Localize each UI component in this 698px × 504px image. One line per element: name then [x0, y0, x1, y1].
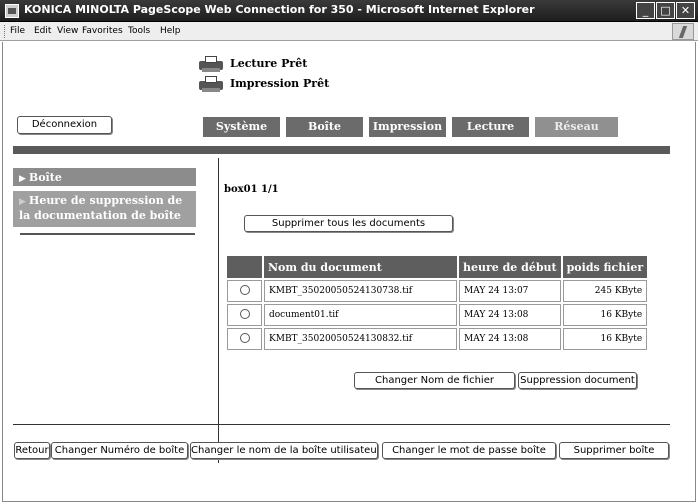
sidebar-item-deletion-time[interactable]: ▶ Heure de suppression de la documentatio… [13, 191, 196, 227]
box-label: box01 1/1 [224, 184, 279, 195]
scanner-icon [196, 56, 226, 72]
change-box-password-button[interactable]: Changer le mot de passe boîte [382, 442, 556, 459]
column-header-size: poids fichier [562, 256, 648, 278]
sidebar-divider [20, 233, 195, 235]
back-button[interactable]: Retour [14, 442, 50, 459]
document-size: 16 KByte [562, 304, 648, 326]
arrow-right-icon: ▶ [19, 197, 26, 207]
tab-lecture[interactable]: Lecture [452, 117, 529, 137]
document-start-time: MAY 24 13:08 [459, 328, 561, 350]
logout-button[interactable]: Déconnexion [17, 116, 112, 134]
row-radio[interactable] [239, 284, 250, 295]
document-start-time: MAY 24 13:07 [459, 280, 561, 302]
delete-all-documents-button[interactable]: Supprimer tous les documents [244, 215, 453, 232]
tab-impression[interactable]: Impression [369, 117, 446, 137]
table-row[interactable]: KMBT_35020050524130738.tif MAY 24 13:07 … [227, 280, 648, 302]
content-divider [218, 158, 219, 463]
toolbar-grip [4, 25, 6, 38]
column-header-start-time: heure de début [459, 256, 561, 278]
scan-status: Lecture Prêt [196, 56, 307, 72]
tab-reseau[interactable]: Réseau [535, 117, 618, 137]
document-name: KMBT_35020050524130738.tif [264, 280, 457, 302]
rename-file-button[interactable]: Changer Nom de fichier [354, 372, 515, 389]
document-name: document01.tif [264, 304, 457, 326]
table-row[interactable]: KMBT_35020050524130832.tif MAY 24 13:08 … [227, 328, 648, 350]
menu-bar: File Edit View Favorites Tools Help [0, 22, 698, 41]
row-select-cell [227, 304, 262, 326]
delete-document-button[interactable]: Suppression document [518, 372, 637, 389]
row-radio[interactable] [239, 308, 250, 319]
windows-logo-icon [672, 23, 694, 40]
menu-help[interactable]: Help [160, 26, 181, 36]
tab-systeme[interactable]: Système [203, 117, 280, 137]
menu-view[interactable]: View [57, 26, 78, 36]
menu-edit[interactable]: Edit [34, 26, 51, 36]
document-name: KMBT_35020050524130832.tif [264, 328, 457, 350]
change-box-number-button[interactable]: Changer Numéro de boîte [51, 442, 188, 459]
menu-tools[interactable]: Tools [128, 26, 150, 36]
minimize-button[interactable]: _ [636, 2, 655, 19]
document-table: Nom du document heure de début poids fic… [225, 254, 650, 352]
menu-file[interactable]: File [10, 26, 25, 36]
footer-divider [13, 424, 670, 425]
header-divider [13, 146, 670, 154]
table-header-row: Nom du document heure de début poids fic… [227, 256, 648, 278]
row-select-cell [227, 280, 262, 302]
maximize-button[interactable]: □ [656, 2, 675, 19]
window-titlebar: KONICA MINOLTA PageScope Web Connection … [0, 0, 698, 22]
scan-status-text: Lecture Prêt [230, 57, 308, 70]
delete-box-button[interactable]: Supprimer boîte [559, 442, 669, 459]
column-header-name: Nom du document [264, 256, 457, 278]
menu-favorites[interactable]: Favorites [82, 26, 123, 36]
printer-icon [196, 76, 226, 92]
arrow-right-icon: ▶ [19, 174, 26, 184]
close-button[interactable]: ✕ [676, 2, 695, 19]
row-select-cell [227, 328, 262, 350]
table-row[interactable]: document01.tif MAY 24 13:08 16 KByte [227, 304, 648, 326]
print-status: Impression Prêt [196, 76, 329, 92]
browser-icon [5, 4, 19, 18]
sidebar-item-label: Boîte [28, 171, 62, 184]
tab-boite[interactable]: Boîte [286, 117, 363, 137]
row-radio[interactable] [239, 332, 250, 343]
document-size: 245 KByte [562, 280, 648, 302]
sidebar-item-label: Heure de suppression de la documentation… [19, 194, 183, 222]
column-header-select [227, 256, 262, 278]
print-status-text: Impression Prêt [230, 77, 330, 90]
sidebar-item-boite[interactable]: ▶ Boîte [13, 168, 196, 186]
document-size: 16 KByte [562, 328, 648, 350]
window-title: KONICA MINOLTA PageScope Web Connection … [24, 3, 535, 16]
document-start-time: MAY 24 13:08 [459, 304, 561, 326]
change-user-box-name-button[interactable]: Changer le nom de la boîte utilisateur [190, 442, 378, 459]
